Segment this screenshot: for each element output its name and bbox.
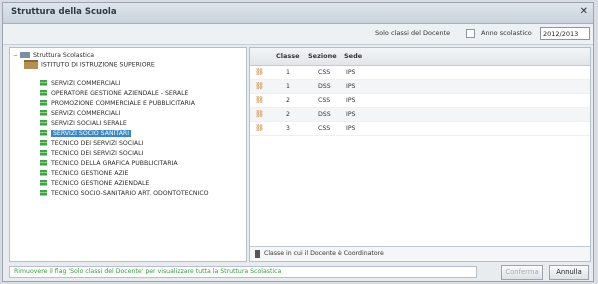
class-icon: ⛓ [255, 96, 264, 104]
title-bar: Struttura della Scuola ✕ [3, 3, 593, 24]
tree-root[interactable]: − Struttura Scolastica [13, 51, 94, 60]
tree-course-label: TECNICO DEI SERVIZI SOCIALI [51, 140, 144, 147]
cell-classe: 2 [286, 111, 290, 118]
cell-classe: 2 [286, 97, 290, 104]
tree-course-item[interactable]: PROMOZIONE COMMERCIALE E PUBBLICITARIA [40, 99, 195, 108]
cell-sede: IPS [346, 83, 356, 90]
cell-sezione: CSS [318, 97, 331, 104]
tree-course-label: PROMOZIONE COMMERCIALE E PUBBLICITARIA [51, 100, 195, 107]
course-icon [40, 180, 47, 186]
table-row[interactable]: ⛓ 3 CSS IPS [250, 122, 590, 136]
tree-course-item[interactable]: TECNICO DEI SERVIZI SOCIALI [40, 149, 143, 158]
column-header-classe[interactable]: Classe [276, 52, 300, 60]
table-row[interactable]: ⛓ 1 CSS IPS [250, 66, 590, 80]
school-icon [24, 60, 38, 69]
tree-course-item[interactable]: SERVIZI COMMERCIALI [40, 109, 120, 118]
tree-course-label: TECNICO SOCIO-SANITARIO ART. ODONTOTECNI… [51, 190, 209, 197]
course-icon [40, 150, 47, 156]
school-year-select[interactable]: 2012/2013 [540, 27, 590, 40]
grid-header: Classe Sezione Sede [250, 48, 590, 66]
tree-course-label: TECNICO DELLA GRAFICA PUBBLICITARIA [51, 160, 178, 167]
cell-sede: IPS [346, 125, 356, 132]
class-icon: ⛓ [255, 82, 264, 90]
school-year-label: Anno scolastico [481, 29, 532, 37]
tree-course-label: TECNICO DEI SERVIZI SOCIALI [51, 150, 144, 157]
class-icon: ⛓ [255, 110, 264, 118]
legend-text: Classe in cui il Docente è Coordinatore [264, 250, 384, 257]
tree-course-item[interactable]: SERVIZI COMMERCIALI [40, 79, 120, 88]
class-icon: ⛓ [255, 124, 264, 132]
tree-course-item[interactable]: TECNICO GESTIONE AZIENDALE [40, 179, 149, 188]
dialog-title: Struttura della Scuola [11, 7, 117, 17]
course-icon [40, 130, 47, 136]
cell-sezione: CSS [318, 69, 331, 76]
tree-course-label: TECNICO GESTIONE AZIENDALE [51, 180, 150, 187]
course-icon [40, 160, 47, 166]
only-teacher-classes-label: Solo classi del Docente [375, 29, 451, 37]
course-icon [40, 190, 47, 196]
tree-course-item-selected[interactable]: SERVIZI SOCIO SANITARI [40, 129, 132, 138]
only-teacher-classes-checkbox[interactable] [466, 29, 475, 38]
collapse-icon[interactable]: − [13, 51, 20, 60]
coordinator-icon [255, 250, 260, 258]
course-icon [40, 120, 47, 126]
cell-sezione: DSS [318, 111, 331, 118]
course-icon [40, 90, 47, 96]
cell-sezione: DSS [318, 83, 331, 90]
table-row[interactable]: ⛓ 2 DSS IPS [250, 108, 590, 122]
status-message: Rimuovere il flag 'Solo classi del Docen… [14, 268, 282, 275]
table-row[interactable]: ⛓ 2 CSS IPS [250, 94, 590, 108]
status-bar: Rimuovere il flag 'Solo classi del Docen… [9, 266, 477, 278]
table-row[interactable]: ⛓ 1 DSS IPS [250, 80, 590, 94]
structure-tree-panel: − Struttura Scolastica ISTITUTO DI ISTRUZ… [9, 47, 247, 262]
classes-grid: Classe Sezione Sede ⛓ 1 CSS IPS ⛓ 1 DSS … [249, 47, 591, 262]
cancel-button[interactable]: Annulla [549, 265, 589, 280]
tree-course-item[interactable]: TECNICO GESTIONE AZIE [40, 169, 128, 178]
school-structure-dialog: Struttura della Scuola ✕ Solo classi del… [2, 2, 594, 282]
cell-classe: 1 [286, 83, 290, 90]
tree-school-label: ISTITUTO DI ISTRUZIONE SUPERIORE [41, 61, 155, 69]
tree-course-item[interactable]: SERVIZI SOCIALI SERALE [40, 119, 127, 128]
tree-course-item[interactable]: TECNICO SOCIO-SANITARIO ART. ODONTOTECNI… [40, 189, 209, 198]
tree-course-label: OPERATORE GESTIONE AZIENDALE - SERALE [51, 90, 189, 97]
class-icon: ⛓ [255, 68, 264, 76]
cell-sede: IPS [346, 111, 356, 118]
tree-course-label: SERVIZI SOCIALI SERALE [51, 120, 127, 127]
toolbar: Solo classi del Docente Anno scolastico … [3, 24, 593, 45]
tree-course-item[interactable]: TECNICO DELLA GRAFICA PUBBLICITARIA [40, 159, 178, 168]
column-header-sede[interactable]: Sede [344, 52, 362, 60]
confirm-button[interactable]: Conferma [501, 265, 543, 280]
tree-course-label: SERVIZI SOCIO SANITARI [51, 130, 132, 137]
cell-classe: 3 [286, 125, 290, 132]
tree-course-label: SERVIZI COMMERCIALI [51, 110, 121, 117]
cell-sezione: CSS [318, 125, 331, 132]
tree-school[interactable]: ISTITUTO DI ISTRUZIONE SUPERIORE [24, 60, 155, 69]
tree-course-item[interactable]: OPERATORE GESTIONE AZIENDALE - SERALE [40, 89, 188, 98]
cell-sede: IPS [346, 69, 356, 76]
tree-course-item[interactable]: TECNICO DEI SERVIZI SOCIALI [40, 139, 143, 148]
cell-classe: 1 [286, 69, 290, 76]
grid-legend: Classe in cui il Docente è Coordinatore [250, 246, 590, 261]
tree-course-label: TECNICO GESTIONE AZIE [51, 170, 129, 177]
course-icon [40, 100, 47, 106]
course-icon [40, 170, 47, 176]
course-icon [40, 80, 47, 86]
folder-icon [20, 52, 30, 58]
column-header-sezione[interactable]: Sezione [308, 52, 337, 60]
course-icon [40, 140, 47, 146]
tree-course-label: SERVIZI COMMERCIALI [51, 80, 121, 87]
tree-root-label: Struttura Scolastica [33, 52, 95, 59]
cell-sede: IPS [346, 97, 356, 104]
close-icon[interactable]: ✕ [580, 6, 588, 18]
course-icon [40, 110, 47, 116]
